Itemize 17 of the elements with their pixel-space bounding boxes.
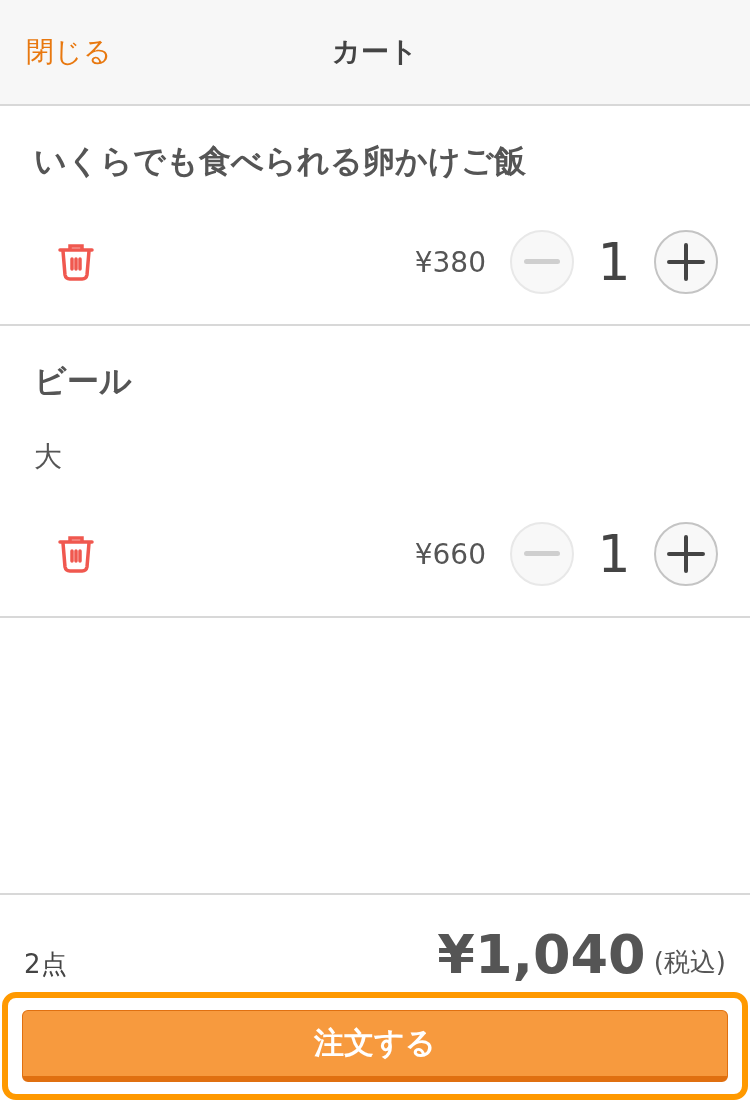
item-price: ¥660 [414, 537, 486, 571]
item-price: ¥380 [414, 245, 486, 279]
minus-icon [524, 551, 560, 557]
item-option: 大 [34, 438, 718, 476]
quantity: 1 [596, 232, 632, 292]
tax-note: (税込) [653, 946, 726, 979]
order-button[interactable]: 注文する [22, 1010, 728, 1082]
item-count: 2点 [24, 948, 67, 981]
close-link[interactable]: 閉じる [26, 33, 112, 71]
item-name: ビール [34, 361, 133, 402]
quantity: 1 [596, 524, 632, 584]
plus-icon [667, 535, 705, 573]
plus-icon [667, 243, 705, 281]
minus-icon [524, 259, 560, 265]
cart-title: カート [332, 35, 418, 68]
total-price: ¥1,040 [437, 923, 646, 986]
item-name: いくらでも食べられる卵かけご飯 [34, 141, 527, 182]
